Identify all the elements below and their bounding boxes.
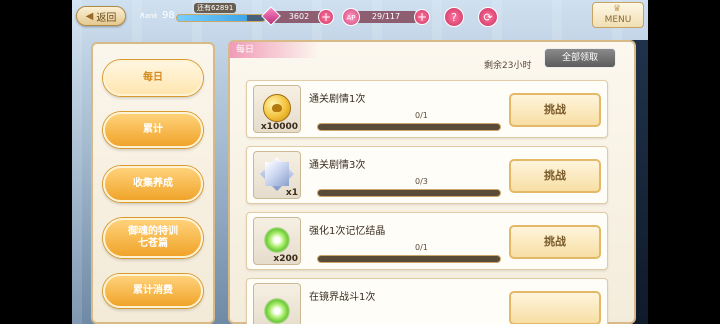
task-progress-bar bbox=[317, 255, 501, 263]
sidebar-item-collection[interactable]: 收集养成 bbox=[103, 166, 203, 202]
gem-counter: 3602 + bbox=[261, 6, 334, 26]
ap-icon: AP bbox=[342, 8, 360, 26]
task-title: 通关剧情1次 bbox=[309, 94, 366, 105]
rank-meter: Rank 98 还有62891 bbox=[132, 3, 272, 25]
reward-icon-box: x10000 bbox=[253, 85, 301, 133]
task-title: 通关剧情3次 bbox=[309, 160, 366, 171]
mission-panel: 每日 剩余23小时 全部领取 x10000 通关剧情1次 0/1 挑战 x1 通… bbox=[228, 40, 636, 324]
add-ap-button[interactable]: + bbox=[414, 9, 430, 25]
refresh-icon[interactable]: ⟳ bbox=[478, 7, 498, 27]
menu-label: MENU bbox=[604, 15, 632, 25]
reward-qty: x200 bbox=[273, 254, 298, 264]
sidebar-item-label: 每日 bbox=[143, 72, 163, 83]
reward-icon-box: x1 bbox=[253, 151, 301, 199]
rank-level: 98 bbox=[162, 10, 175, 21]
back-label: 返回 bbox=[96, 12, 117, 24]
top-bar: ◀ 返回 Rank 98 还有62891 3602 + AP 29/117 + … bbox=[72, 0, 648, 34]
challenge-button[interactable] bbox=[509, 291, 601, 324]
rank-remaining: 还有62891 bbox=[194, 3, 237, 13]
sidebar-item-cumulative[interactable]: 累计 bbox=[103, 112, 203, 148]
back-button[interactable]: ◀ 返回 bbox=[76, 6, 126, 26]
task-row: x200 强化1次记忆结晶 0/1 挑战 bbox=[246, 212, 608, 270]
sidebar-item-spending[interactable]: 累计消费 bbox=[103, 274, 203, 308]
sidebar-item-label: 累计消费 bbox=[133, 285, 173, 296]
reward-qty: x1 bbox=[285, 188, 298, 198]
task-row: 在镜界战斗1次 bbox=[246, 278, 608, 324]
reward-icon bbox=[264, 298, 290, 324]
reward-icon-box bbox=[253, 283, 301, 324]
ap-counter: AP 29/117 + bbox=[342, 8, 430, 26]
crown-icon: ♛ bbox=[613, 4, 622, 14]
task-progress-text: 0/1 bbox=[415, 111, 428, 120]
menu-button[interactable]: ♛ MENU bbox=[592, 2, 644, 28]
task-progress-text: 0/3 bbox=[415, 177, 428, 186]
sidebar-item-label: 累计 bbox=[143, 124, 163, 135]
challenge-button[interactable]: 挑战 bbox=[509, 93, 601, 127]
task-row: x10000 通关剧情1次 0/1 挑战 bbox=[246, 80, 608, 138]
task-progress-bar bbox=[317, 189, 501, 197]
rank-exp-bar bbox=[176, 14, 266, 22]
reward-qty: x10000 bbox=[260, 122, 298, 132]
reward-icon-box: x200 bbox=[253, 217, 301, 265]
add-gems-button[interactable]: + bbox=[318, 9, 334, 25]
sidebar-item-special-training[interactable]: 御魂的特训 七苍篇 bbox=[103, 218, 203, 258]
growth-seed-icon bbox=[264, 227, 290, 253]
task-progress-bar bbox=[317, 123, 501, 131]
sidebar-item-daily[interactable]: 每日 bbox=[103, 60, 203, 96]
panel-tab: 每日 bbox=[230, 42, 320, 58]
help-button[interactable]: ? bbox=[444, 7, 464, 27]
category-sidebar: 每日 累计 收集养成 御魂的特训 七苍篇 累计消费 bbox=[91, 42, 215, 324]
challenge-button[interactable]: 挑战 bbox=[509, 159, 601, 193]
task-progress-text: 0/1 bbox=[415, 243, 428, 252]
claim-all-button[interactable]: 全部领取 bbox=[544, 48, 616, 68]
task-row: x1 通关剧情3次 0/3 挑战 bbox=[246, 146, 608, 204]
challenge-button[interactable]: 挑战 bbox=[509, 225, 601, 259]
sidebar-item-label: 收集养成 bbox=[133, 178, 173, 189]
rank-label: Rank bbox=[140, 12, 158, 20]
time-remaining: 剩余23小时 bbox=[484, 61, 532, 71]
ap-value: 29/117 bbox=[356, 11, 416, 23]
game-screen: ◀ 返回 Rank 98 还有62891 3602 + AP 29/117 + … bbox=[72, 0, 648, 324]
coin-icon bbox=[263, 94, 291, 122]
back-arrow-icon: ◀ bbox=[85, 10, 94, 22]
gem-value: 3602 bbox=[274, 11, 324, 23]
sidebar-item-label: 御魂的特训 七苍篇 bbox=[128, 226, 178, 249]
task-title: 在镜界战斗1次 bbox=[309, 292, 376, 303]
task-title: 强化1次记忆结晶 bbox=[309, 226, 386, 237]
